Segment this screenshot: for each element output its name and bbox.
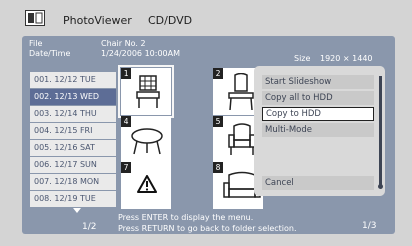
list-item[interactable]: 004. 12/15 FRI bbox=[30, 123, 116, 139]
datetime-label: Date/Time bbox=[29, 49, 71, 58]
thumbnail[interactable]: 1 bbox=[118, 65, 174, 118]
thumbnail[interactable]: 4 bbox=[121, 116, 171, 163]
table-icon bbox=[131, 128, 163, 155]
list-item[interactable]: 002. 12/13 WED bbox=[30, 89, 116, 105]
thumbnail-number: 1 bbox=[121, 68, 131, 79]
list-scroll-down-icon[interactable] bbox=[73, 208, 81, 213]
menu-item-copy-all-to-hdd[interactable]: Copy all to HDD bbox=[262, 91, 374, 105]
context-menu: Start Slideshow Copy all to HDD Copy to … bbox=[254, 66, 385, 196]
list-item[interactable]: 005. 12/16 SAT bbox=[30, 140, 116, 156]
list-page-indicator: 1/2 bbox=[82, 222, 97, 232]
help-line-2: Press RETURN to go back to folder select… bbox=[118, 224, 297, 233]
file-label: File bbox=[29, 39, 43, 48]
list-item[interactable]: 008. 12/19 TUE bbox=[30, 191, 116, 207]
menu-item-cancel[interactable]: Cancel bbox=[262, 176, 374, 190]
list-item[interactable]: 003. 12/14 THU bbox=[30, 106, 116, 122]
title-bar: PhotoViewer CD/DVD bbox=[0, 0, 412, 34]
thumbnail[interactable]: 7 bbox=[121, 162, 171, 209]
menu-scrollbar[interactable] bbox=[379, 76, 382, 188]
thumbnail-number: 2 bbox=[213, 68, 223, 79]
thumbnail-number: 8 bbox=[213, 162, 223, 173]
thumbnail-number: 7 bbox=[121, 162, 131, 173]
list-item[interactable]: 006. 12/17 SUN bbox=[30, 157, 116, 173]
viewer-panel: File Chair No. 2 Date/Time 1/24/2006 10:… bbox=[22, 36, 395, 234]
file-value: Chair No. 2 bbox=[101, 39, 146, 48]
thumbnail-page-indicator: 1/3 bbox=[362, 221, 377, 231]
size-label: Size bbox=[294, 54, 311, 63]
chair-icon bbox=[228, 73, 254, 111]
list-item[interactable]: 001. 12/12 TUE bbox=[30, 72, 116, 88]
menu-item-copy-to-hdd[interactable]: Copy to HDD bbox=[262, 107, 374, 121]
menu-item-start-slideshow[interactable]: Start Slideshow bbox=[262, 75, 374, 89]
thumbnail-number: 5 bbox=[213, 116, 223, 127]
menu-item-multi-mode[interactable]: Multi-Mode bbox=[262, 123, 374, 137]
source-name: CD/DVD bbox=[148, 14, 193, 27]
help-text: Press ENTER to display the menu. Press R… bbox=[118, 212, 352, 234]
list-item[interactable]: 007. 12/18 MON bbox=[30, 174, 116, 190]
datetime-value: 1/24/2006 10:00AM bbox=[101, 49, 180, 58]
size-value: 1920 × 1440 bbox=[320, 54, 373, 63]
menu-scrollbar-end-icon bbox=[378, 184, 383, 189]
help-line-1: Press ENTER to display the menu. bbox=[118, 213, 254, 222]
armchair-icon bbox=[228, 123, 256, 155]
warning-icon bbox=[137, 175, 157, 193]
photoviewer-logo-icon bbox=[25, 10, 45, 26]
app-name: PhotoViewer bbox=[63, 14, 132, 27]
grid-chair-icon bbox=[136, 75, 160, 108]
